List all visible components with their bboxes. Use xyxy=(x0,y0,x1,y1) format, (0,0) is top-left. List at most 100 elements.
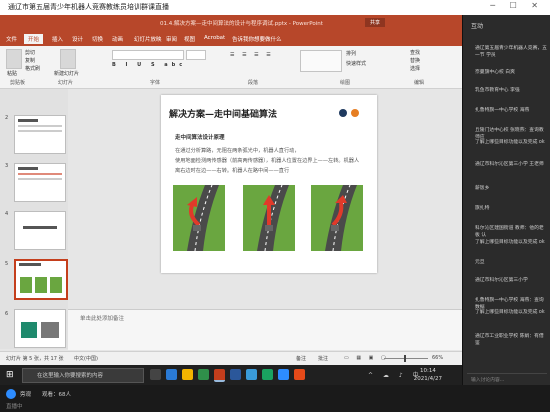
view-buttons[interactable]: ▭ ▦ ▣ ▢ xyxy=(344,355,389,361)
road-image-right-turn xyxy=(311,185,363,251)
tab-transitions[interactable]: 切换 xyxy=(92,35,103,43)
chat-message: 元旦 xyxy=(475,260,485,265)
chat-message: 乳鱼市教育中心 李强 xyxy=(475,88,520,93)
app-icon[interactable] xyxy=(278,369,289,380)
slide-thumbnail[interactable] xyxy=(14,211,66,250)
thumb-number: 6 xyxy=(5,311,9,317)
slide-thumbnails-pane: 2 3 4 5 6 xyxy=(0,89,69,349)
live-title-bar: 通辽市第五届青少年机器人竞赛教练员培训群课直播 ─ ☐ ✕ xyxy=(0,0,550,15)
live-bottom-bar: 旁观 观看：68人 直播中 xyxy=(0,385,550,412)
window-controls[interactable]: ─ ☐ ✕ xyxy=(490,1,544,10)
tab-file[interactable]: 文件 xyxy=(6,35,17,43)
tab-home[interactable]: 开始 xyxy=(24,34,44,44)
slide-text-line: 使用地面检测两传感器（前高两传感器），机器人位置在边界上——左转。机器人 xyxy=(175,158,360,164)
people-count: 观看：68人 xyxy=(42,392,71,398)
new-slide-button[interactable]: 新建幻灯片 xyxy=(54,70,79,77)
chat-message: 奈曼旗中心校 白爽 xyxy=(475,70,515,75)
chat-input[interactable]: 输入讨论内容... xyxy=(467,373,547,384)
slide-thumbnail[interactable] xyxy=(14,115,66,154)
slide-thumbnail[interactable] xyxy=(14,309,66,348)
shapes-gallery[interactable] xyxy=(300,50,342,72)
live-title: 通辽市第五届青少年机器人竞赛教练员培训群课直播 xyxy=(8,3,169,11)
file-explorer-icon[interactable] xyxy=(182,369,193,380)
word-icon[interactable] xyxy=(230,369,241,380)
zoom-slider-handle[interactable] xyxy=(404,355,406,362)
tab-review[interactable]: 审阅 xyxy=(166,35,177,43)
format-painter-button[interactable]: 格式刷 xyxy=(25,65,40,72)
chat-message: 通辽第五届青少年机器人竞赛，五一节 学员 xyxy=(475,46,547,58)
task-view-icon[interactable] xyxy=(150,369,161,380)
tab-design[interactable]: 设计 xyxy=(72,35,83,43)
app-icon[interactable] xyxy=(294,369,305,380)
zoom-slider[interactable] xyxy=(384,358,428,359)
powerpoint-icon[interactable] xyxy=(214,369,225,382)
font-format-buttons[interactable]: B I U S abc xyxy=(112,62,186,68)
app-icon[interactable] xyxy=(198,369,209,380)
comments-toggle[interactable]: 批注 xyxy=(318,355,328,362)
clock-time: 10:14 xyxy=(419,368,436,374)
slide-text-line: 在通过分析算路，无阻在两条弧光中，机器人直行动， xyxy=(175,148,300,154)
clock-date: 2021/4/27 xyxy=(413,376,442,382)
tab-view[interactable]: 视图 xyxy=(184,35,195,43)
paste-icon[interactable] xyxy=(6,49,22,69)
slide-subtitle: 走中间算法设计原理 xyxy=(175,135,225,141)
arrange-button[interactable]: 排列 xyxy=(346,50,356,57)
group-drawing: 绘图 xyxy=(340,80,351,86)
new-slide-icon[interactable] xyxy=(60,49,76,69)
chat-message: 通辽市工业职业学校 陈娟：有借鉴 xyxy=(475,334,544,346)
group-slides: 幻灯片 xyxy=(58,80,74,86)
road-image-straight xyxy=(243,185,295,251)
taskbar-clock[interactable]: 10:14 2021/4/27 xyxy=(414,367,442,383)
paste-button[interactable]: 粘贴 xyxy=(7,70,17,77)
app-icon[interactable] xyxy=(262,369,273,380)
find-button[interactable]: 查找 xyxy=(410,49,420,56)
chat-message: 通辽市科尔沁区第三小学 xyxy=(475,278,528,283)
chat-message: 扎鲁特旗一中心学校 海燕 xyxy=(475,108,530,113)
search-placeholder: 在这里输入你要搜索的内容 xyxy=(37,373,104,379)
cut-button[interactable]: 剪切 xyxy=(25,49,35,56)
tab-acrobat[interactable]: Acrobat xyxy=(204,35,225,41)
tab-animations[interactable]: 动画 xyxy=(112,35,123,43)
thumb-number: 5 xyxy=(5,261,9,267)
tab-insert[interactable]: 插入 xyxy=(52,35,63,43)
chat-message: 科尔沁区建国街道 教师：他的老板 认 xyxy=(475,226,544,238)
taskbar-search[interactable]: 在这里输入你要搜索的内容 xyxy=(22,368,144,383)
decor-dot-icon xyxy=(351,109,359,117)
app-icon[interactable] xyxy=(166,369,177,380)
notes-pane[interactable]: 单击此处添加备注 xyxy=(68,309,462,350)
slide-thumbnail[interactable] xyxy=(14,163,66,202)
paragraph-buttons[interactable]: ☰ ☰ ☰ ☰ xyxy=(230,52,274,58)
notes-toggle[interactable]: 备注 xyxy=(296,355,306,362)
thumb-number: 2 xyxy=(5,115,9,121)
slide-text-line: 离右边时在边——右转。机器人在路中间——直行 xyxy=(175,168,290,174)
road-image-left-turn xyxy=(173,185,225,251)
font-size-select[interactable] xyxy=(186,50,206,60)
slide-thumbnail-selected[interactable] xyxy=(14,259,68,300)
ppt-title-bar: 01.4.解决方案—走中间算法的设计与程序调试.pptx - PowerPoin… xyxy=(0,15,462,33)
chat-message: 了解上哪些目标功能以及完成 ok xyxy=(475,240,545,245)
select-button[interactable]: 选择 xyxy=(410,65,420,72)
replace-button[interactable]: 替换 xyxy=(410,57,420,64)
tell-me-search[interactable]: 告诉我你想要做什么 xyxy=(232,35,282,43)
interaction-sidebar: 互动 通辽第五届青少年机器人竞赛，五一节 学员 奈曼旗中心校 白爽 乳鱼市教育中… xyxy=(462,15,550,385)
slide-counter: 幻灯片 第 5 张，共 17 张 xyxy=(6,356,64,362)
tab-slideshow[interactable]: 幻灯片放映 xyxy=(134,35,162,43)
notes-placeholder: 单击此处添加备注 xyxy=(80,316,125,322)
language-indicator: 中文(中国) xyxy=(74,356,98,362)
share-button[interactable]: 共享 xyxy=(365,18,386,27)
chat-message: 了解上哪些目标功能以及完成 ok xyxy=(475,310,545,315)
quick-styles-button[interactable]: 快速样式 xyxy=(346,60,366,67)
windows-start-icon[interactable]: ⊞ xyxy=(6,370,14,380)
zoom-level[interactable]: 66% xyxy=(432,355,443,361)
chat-message: 了解上哪些目标功能以及完成 ok xyxy=(475,140,545,145)
app-icon[interactable] xyxy=(246,369,257,380)
viewer-label: 旁观 xyxy=(20,392,32,398)
current-slide[interactable]: 解决方案—走中间基础算法 走中间算法设计原理 在通过分析算路，无阻在两条弧光中，… xyxy=(161,95,377,273)
font-name-select[interactable] xyxy=(112,50,184,60)
copy-button[interactable]: 复制 xyxy=(25,57,35,64)
group-font: 字体 xyxy=(150,80,161,86)
chat-input-placeholder: 输入讨论内容... xyxy=(471,378,505,383)
live-status: 直播中 xyxy=(6,404,23,410)
thumb-number: 4 xyxy=(5,211,9,217)
thumb-number: 3 xyxy=(5,163,9,169)
